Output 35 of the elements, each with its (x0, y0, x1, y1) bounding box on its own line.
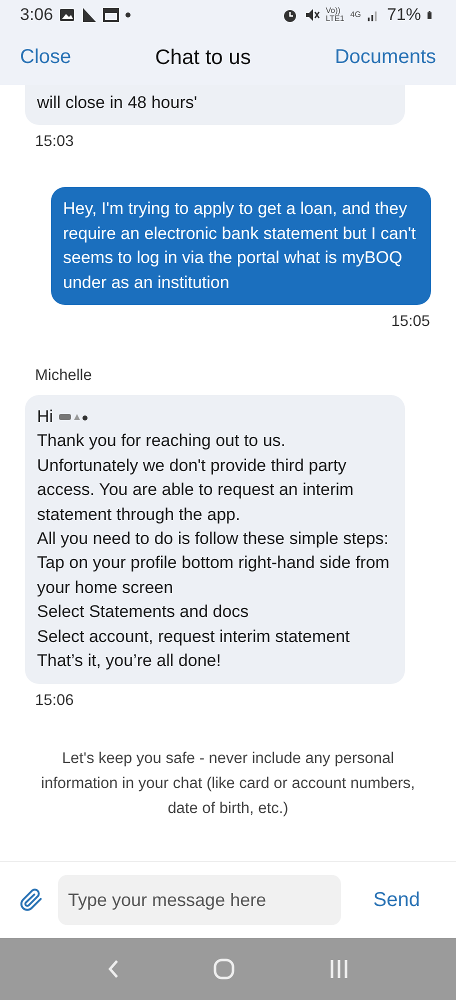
calendar-icon (103, 7, 120, 23)
lte-label: LTE1 (326, 15, 344, 23)
message-text: Thank you for reaching out to us. (37, 430, 287, 452)
back-icon[interactable] (107, 959, 119, 979)
dot-icon (125, 12, 132, 18)
message-input[interactable]: Type your message here (58, 875, 342, 925)
message-text: That’s it, you’re all done! (37, 650, 222, 672)
message-text: Unfortunately we don't provide third party access. You are able to request an interim statement through the app. (37, 454, 355, 526)
send-button[interactable]: Send (355, 888, 438, 912)
message-text: Hey, I'm trying to apply to get a loan, and they require an electronic bank statement but I can't seems to log in via the portal what is myBOQ under as an institution (63, 198, 417, 294)
battery-percent: 71% (386, 5, 421, 25)
sender-name: Michelle (35, 367, 93, 386)
image-icon (59, 7, 76, 23)
safety-notice: Let's keep you safe - never include any personal information in your chat (like card or account numbers, date of birth, etc.) (40, 748, 416, 818)
triangle-icon (81, 7, 98, 23)
volte-label: Vo)) (326, 7, 342, 15)
paperclip-icon[interactable] (18, 887, 44, 913)
message-text: All you need to do is follow these simple steps: (37, 528, 390, 550)
documents-link[interactable]: Documents (334, 46, 436, 69)
message-time: 15:06 (34, 692, 75, 710)
recent-apps-icon[interactable] (329, 959, 349, 979)
greeting-text: Hi (37, 406, 54, 428)
message-text: will close in 48 hours' (37, 92, 198, 114)
message-time: 15:03 (34, 133, 75, 152)
message-text: Tap on your profile bottom right-hand side from your home screen (37, 552, 390, 599)
network-type-label: 4G (350, 11, 361, 19)
mute-icon (304, 7, 320, 23)
close-link[interactable]: Close (20, 46, 72, 69)
message-text: Select account, request interim statement (37, 626, 351, 648)
alarm-icon (282, 7, 298, 23)
clock-time: 3:06 (20, 5, 54, 25)
message-time: 15:05 (390, 313, 431, 332)
home-icon[interactable] (213, 958, 235, 980)
header-title: Chat to us (155, 46, 251, 70)
message-text: Select Statements and docs (37, 601, 250, 624)
